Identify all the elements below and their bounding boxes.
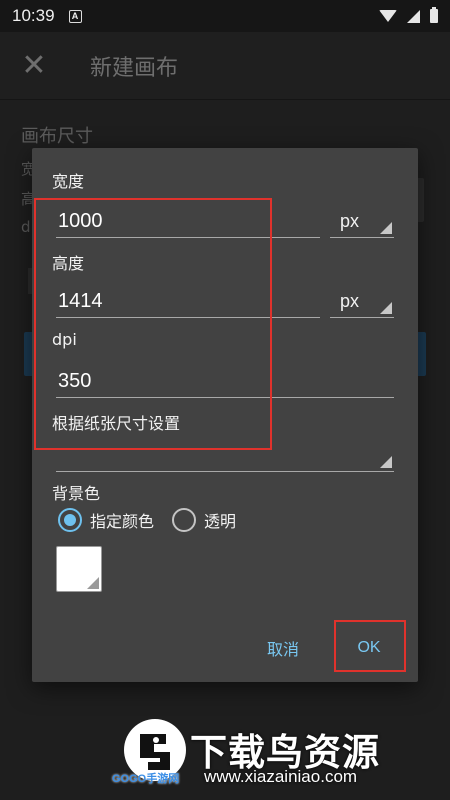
app-bar: ✕ 新建画布	[0, 32, 450, 100]
cell-signal-icon	[407, 9, 420, 23]
ok-button[interactable]: OK	[334, 622, 404, 674]
canvas-size-heading: 画布尺寸	[21, 126, 93, 147]
height-input[interactable]: 1414	[56, 280, 320, 318]
cancel-button[interactable]: 取消	[252, 628, 314, 668]
dpi-label: dpi	[52, 330, 77, 349]
watermark-url: www.xiazainiao.com	[204, 767, 358, 786]
dropdown-arrow-icon	[380, 456, 392, 468]
status-time: 10:39	[12, 6, 55, 25]
dropdown-arrow-icon	[380, 222, 392, 234]
color-swatch-button[interactable]	[56, 546, 102, 592]
background-color-options: 指定颜色 透明	[58, 508, 236, 532]
wifi-icon	[379, 10, 397, 22]
dpi-value: 350	[58, 370, 92, 392]
status-icons	[379, 7, 438, 23]
width-value: 1000	[58, 210, 103, 232]
new-canvas-dialog: 宽度 1000 px 高度 1414 px dpi 350 根据纸张尺寸设置 背…	[32, 148, 418, 682]
width-label: 宽度	[52, 172, 85, 191]
width-unit-select[interactable]: px	[330, 200, 394, 238]
width-unit-value: px	[340, 211, 360, 231]
swatch-corner-icon	[87, 577, 99, 589]
notification-icon: A	[68, 9, 82, 23]
paper-size-label: 根据纸张尺寸设置	[52, 414, 181, 433]
radio-transparent-label[interactable]: 透明	[204, 508, 236, 532]
page-title: 新建画布	[90, 55, 179, 81]
paper-size-select[interactable]	[56, 432, 394, 472]
dropdown-arrow-icon	[380, 302, 392, 314]
dpi-input[interactable]: 350	[56, 360, 394, 398]
background-fragment: d	[21, 218, 31, 236]
small-logo-text: GOGO手游网	[112, 773, 180, 785]
radio-transparent[interactable]	[172, 508, 197, 532]
background-color-label: 背景色	[52, 484, 101, 503]
radio-specified-color[interactable]	[58, 508, 82, 532]
height-unit-select[interactable]: px	[330, 280, 394, 318]
radio-specified-color-label[interactable]: 指定颜色	[90, 508, 154, 532]
height-unit-value: px	[340, 291, 360, 311]
height-label: 高度	[52, 254, 85, 273]
close-icon[interactable]: ✕	[0, 50, 68, 81]
width-input[interactable]: 1000	[56, 200, 320, 238]
height-value: 1414	[58, 290, 103, 312]
battery-icon	[430, 7, 438, 23]
status-bar: 10:39 A	[0, 0, 450, 32]
